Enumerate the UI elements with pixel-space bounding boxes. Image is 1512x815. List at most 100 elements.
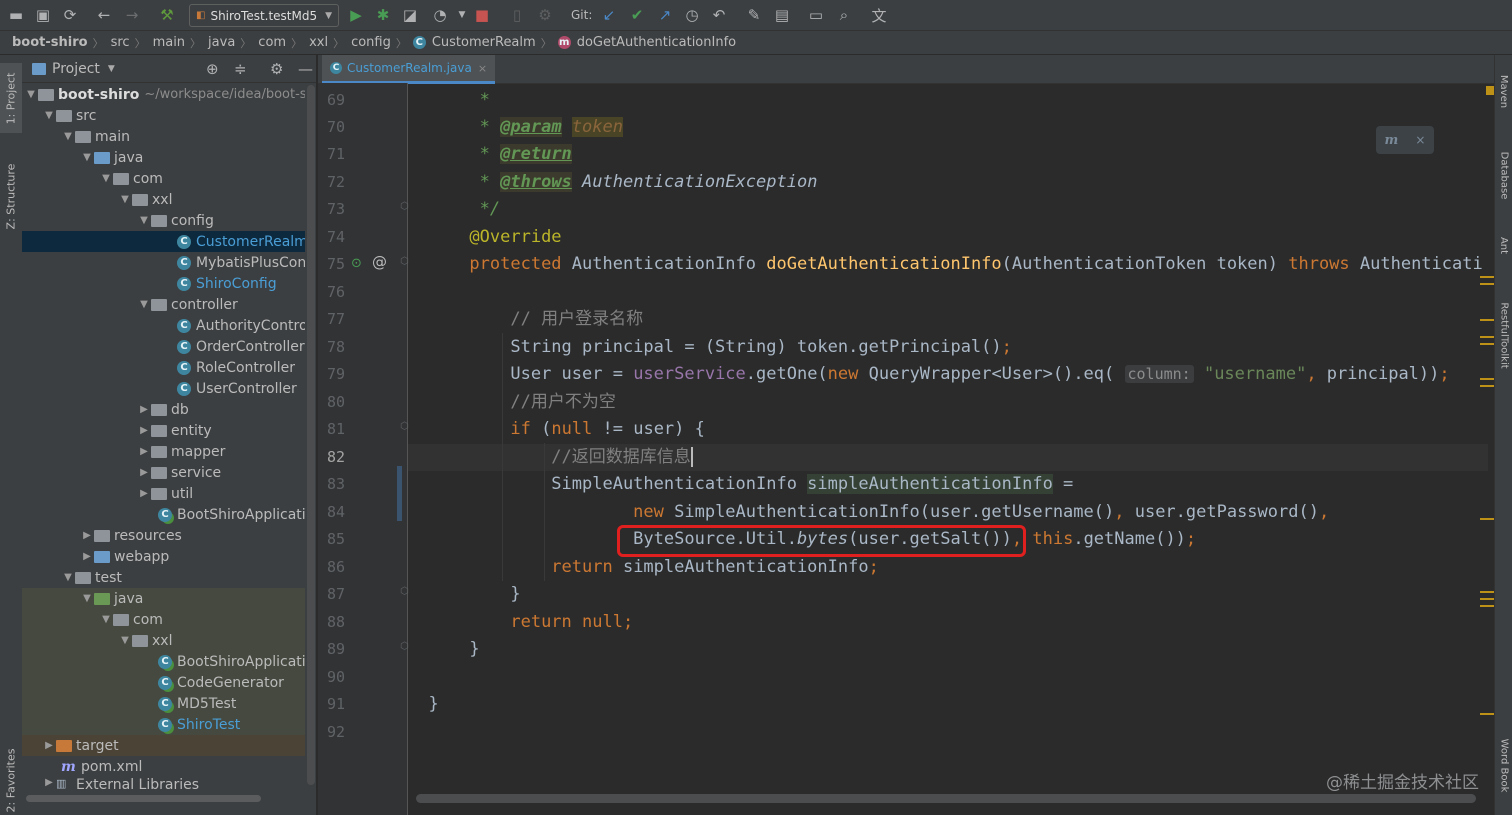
tree-item-package[interactable]: ▼ config [22, 210, 305, 231]
stripe-mark[interactable] [1480, 343, 1494, 345]
expand-arrow-icon[interactable]: ▶ [42, 777, 56, 788]
project-vertical-scrollbar[interactable] [307, 85, 315, 785]
project-structure-icon[interactable]: ▤ [772, 5, 792, 25]
tree-item-class[interactable]: C BootShiroApplicatic [22, 504, 305, 525]
git-update-icon[interactable]: ↙ [599, 5, 619, 25]
stop-icon[interactable]: ■ [472, 5, 492, 25]
breadcrumb-method[interactable]: doGetAuthenticationInfo [576, 35, 739, 50]
expand-arrow-icon[interactable]: ▼ [24, 89, 38, 100]
tree-item-root[interactable]: ▼ boot-shiro ~/workspace/idea/boot-s [22, 84, 305, 105]
tree-item-libraries[interactable]: ▶ ▥ External Libraries [22, 777, 305, 791]
back-icon[interactable]: ← [94, 5, 114, 25]
tree-item-folder[interactable]: ▶ resources [22, 525, 305, 546]
tree-item-class[interactable]: C MybatisPlusCon [22, 252, 305, 273]
tree-item-class[interactable]: C BootShiroApplicatic [22, 651, 305, 672]
stripe-mark[interactable] [1480, 276, 1494, 278]
tab-wordbook-tool[interactable]: Word Book [1495, 725, 1512, 805]
tree-item-package[interactable]: ▶ mapper [22, 441, 305, 462]
tree-item-package[interactable]: ▶ service [22, 462, 305, 483]
tree-item-package[interactable]: ▼ xxl [22, 630, 305, 651]
tree-item-folder[interactable]: ▶ target [22, 735, 305, 756]
expand-arrow-icon[interactable]: ▼ [61, 131, 75, 142]
gear-icon[interactable]: ⚙ [270, 60, 283, 78]
terminal-frame-icon[interactable]: ▭ [806, 5, 826, 25]
expand-arrow-icon[interactable]: ▶ [80, 530, 94, 541]
tree-item-folder[interactable]: ▼ java [22, 147, 305, 168]
stripe-mark[interactable] [1480, 713, 1494, 715]
collapse-all-icon[interactable]: ≑ [234, 60, 247, 78]
tree-item-package[interactable]: ▶ db [22, 399, 305, 420]
project-panel-title[interactable]: Project [52, 61, 100, 77]
breadcrumb-class[interactable]: CustomerRealm [431, 35, 539, 50]
tab-ant-tool[interactable]: Ant [1495, 225, 1512, 265]
breadcrumb-java[interactable]: java [203, 35, 238, 50]
tree-item-class[interactable]: C CodeGenerator [22, 672, 305, 693]
stop-all-icon[interactable]: ⚙ [535, 5, 555, 25]
close-icon[interactable]: × [1415, 133, 1425, 147]
stripe-mark[interactable] [1480, 385, 1494, 387]
tree-item-class[interactable]: C ShiroTest [22, 714, 305, 735]
forward-icon[interactable]: → [122, 5, 142, 25]
maven-reload-icon[interactable]: m [1385, 133, 1399, 148]
breadcrumb-src[interactable]: src [106, 35, 133, 50]
breadcrumb-xxl[interactable]: xxl [304, 35, 331, 50]
attach-icon[interactable]: ▯ [507, 5, 527, 25]
stripe-mark[interactable] [1480, 591, 1494, 593]
run-config-selector[interactable]: ◧ ShiroTest.testMd5 ▼ [189, 4, 339, 27]
breadcrumb-main[interactable]: main [148, 35, 188, 50]
breadcrumb-com[interactable]: com [253, 35, 289, 50]
open-folder-icon[interactable]: ▬ [6, 5, 26, 25]
tree-item-class[interactable]: C OrderController [22, 336, 305, 357]
tab-restful-tool[interactable]: RestfulToolkit [1495, 280, 1512, 390]
expand-arrow-icon[interactable]: ▼ [80, 152, 94, 163]
profile-icon[interactable]: ◔ [430, 5, 450, 25]
debug-icon[interactable]: ✱ [373, 5, 393, 25]
expand-arrow-icon[interactable]: ▼ [61, 572, 75, 583]
tree-item-class-selected[interactable]: C CustomerRealm [22, 231, 305, 252]
expand-arrow-icon[interactable]: ▶ [80, 551, 94, 562]
tree-item-package[interactable]: ▶ entity [22, 420, 305, 441]
stripe-mark[interactable] [1480, 598, 1494, 600]
expand-arrow-icon[interactable]: ▶ [42, 740, 56, 751]
coverage-icon[interactable]: ◪ [400, 5, 420, 25]
rollback-icon[interactable]: ↶ [709, 5, 729, 25]
expand-arrow-icon[interactable]: ▼ [99, 614, 113, 625]
expand-arrow-icon[interactable]: ▼ [42, 110, 56, 121]
code-area[interactable]: * * @param token * @return * @throws Aut… [408, 83, 1488, 815]
tab-maven-tool[interactable]: Maven [1495, 61, 1512, 121]
expand-arrow-icon[interactable]: ▼ [99, 173, 113, 184]
sync-icon[interactable]: ⟳ [60, 5, 80, 25]
expand-arrow-icon[interactable]: ▼ [118, 635, 132, 646]
tree-item-package[interactable]: ▼ controller [22, 294, 305, 315]
expand-arrow-icon[interactable]: ▼ [137, 299, 151, 310]
project-horizontal-scrollbar[interactable] [26, 795, 261, 802]
expand-arrow-icon[interactable]: ▼ [118, 194, 132, 205]
expand-arrow-icon[interactable]: ▶ [137, 488, 151, 499]
tree-item-folder[interactable]: ▼ java [22, 588, 305, 609]
tree-item-file[interactable]: m pom.xml [22, 756, 305, 777]
annotation-marker-icon[interactable]: @ [372, 253, 387, 271]
tab-customer-realm[interactable]: C CustomerRealm.java × [322, 55, 496, 84]
expand-arrow-icon[interactable]: ▶ [137, 404, 151, 415]
build-hammer-icon[interactable]: ⚒ [157, 5, 177, 25]
tab-database-tool[interactable]: Database [1495, 135, 1512, 215]
tree-item-class[interactable]: C ShiroConfig [22, 273, 305, 294]
tree-item-class[interactable]: C MD5Test [22, 693, 305, 714]
tree-item-package[interactable]: ▼ xxl [22, 189, 305, 210]
tab-favorites-tool[interactable]: 2: Favorites [0, 745, 22, 815]
implements-method-icon[interactable]: ⊙ [351, 256, 362, 271]
tree-item-class[interactable]: C UserController [22, 378, 305, 399]
history-icon[interactable]: ◷ [682, 5, 702, 25]
tree-item-package[interactable]: ▶ util [22, 483, 305, 504]
stripe-mark[interactable] [1480, 605, 1494, 607]
hide-panel-icon[interactable]: — [298, 60, 313, 78]
locate-target-icon[interactable]: ⊕ [206, 60, 219, 78]
tab-structure-tool[interactable]: Z: Structure [0, 153, 22, 239]
tree-item-class[interactable]: C AuthorityControl [22, 315, 305, 336]
breadcrumb-project[interactable]: boot-shiro [0, 35, 91, 50]
breadcrumb-config[interactable]: config [346, 35, 394, 50]
profile-dropdown-icon[interactable]: ▼ [452, 5, 472, 25]
git-commit-icon[interactable]: ✔ [627, 5, 647, 25]
expand-arrow-icon[interactable]: ▶ [137, 446, 151, 457]
tree-item-folder[interactable]: ▼ test [22, 567, 305, 588]
